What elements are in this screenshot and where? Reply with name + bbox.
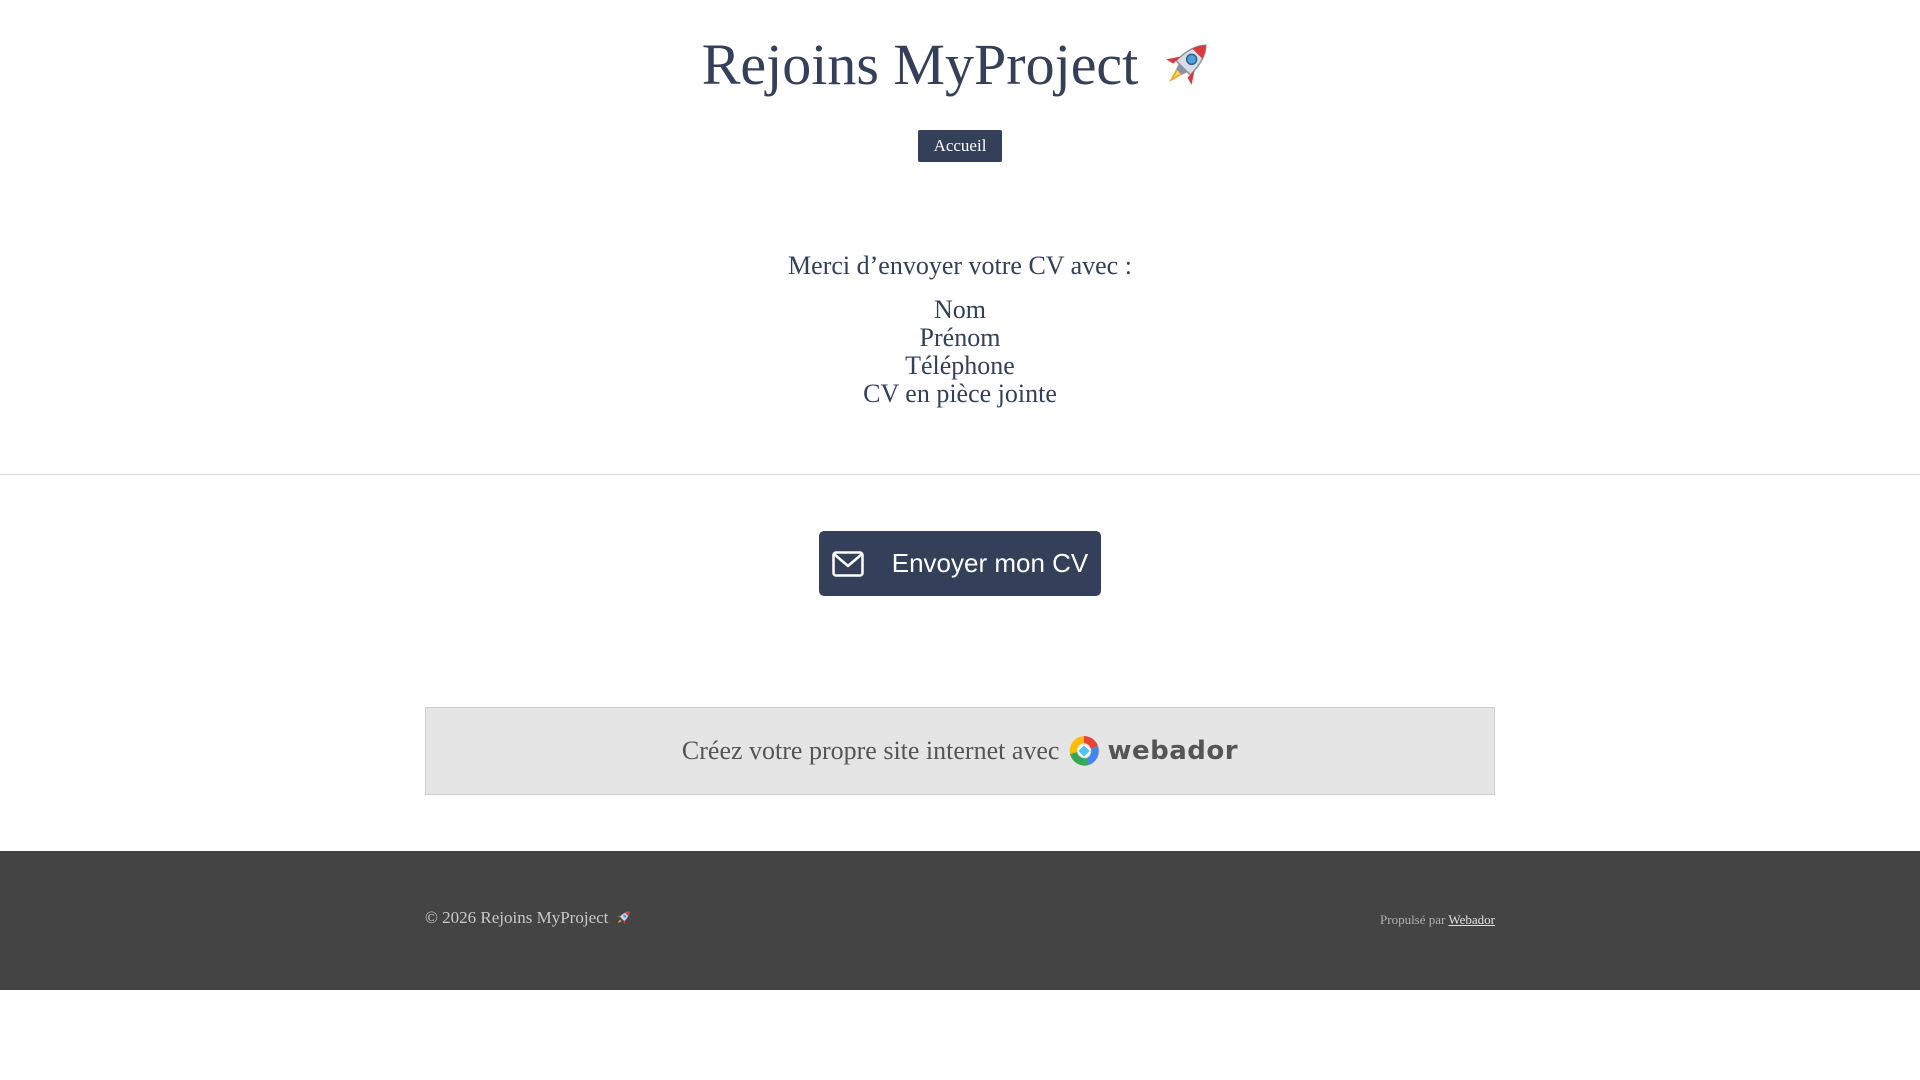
site-title-text: Rejoins MyProject	[701, 32, 1139, 97]
required-fields-list: Nom Prénom Téléphone CV en pièce jointe	[0, 296, 1920, 408]
section-divider	[0, 474, 1920, 475]
site-title[interactable]: Rejoins MyProject	[702, 30, 1219, 100]
field-item-prenom: Prénom	[919, 323, 1001, 352]
webador-promo-banner[interactable]: Créez votre propre site internet avec we…	[425, 707, 1495, 795]
field-item-telephone: Téléphone	[905, 351, 1015, 380]
intro-text: Merci d’envoyer votre CV avec :	[788, 251, 1132, 280]
copyright-text: © 2026 Rejoins MyProject	[425, 908, 609, 927]
banner-text: Créez votre propre site internet avec	[681, 736, 1060, 765]
webador-logo: webador	[1067, 734, 1238, 768]
field-item-nom: Nom	[934, 295, 986, 324]
main-nav: Accueil	[0, 130, 1920, 162]
field-item-cv: CV en pièce jointe	[863, 379, 1057, 408]
powered-by-prefix: Propulsé par	[1380, 912, 1446, 927]
webador-link[interactable]: Webador	[1448, 912, 1495, 927]
send-cv-button[interactable]: Envoyer mon CV	[819, 531, 1101, 596]
rocket-icon	[617, 911, 630, 925]
site-footer: © 2026 Rejoins MyProject Propulsé par We…	[0, 851, 1920, 990]
nav-item-accueil[interactable]: Accueil	[917, 130, 1003, 162]
footer-powered-by: Propulsé par Webador	[1380, 912, 1495, 928]
rocket-icon	[1166, 44, 1207, 85]
mail-icon	[831, 550, 864, 577]
main-content: Merci d’envoyer votre CV avec : Nom Prén…	[0, 250, 1920, 408]
webador-logo-text: webador	[1107, 736, 1239, 766]
webador-logo-icon	[1070, 736, 1100, 766]
send-cv-label: Envoyer mon CV	[891, 548, 1089, 578]
page: Rejoins MyProject Accueil Merci d’envoye…	[0, 0, 1920, 1080]
site-header: Rejoins MyProject Accueil	[0, 0, 1920, 162]
footer-copyright: © 2026 Rejoins MyProject	[425, 908, 633, 928]
